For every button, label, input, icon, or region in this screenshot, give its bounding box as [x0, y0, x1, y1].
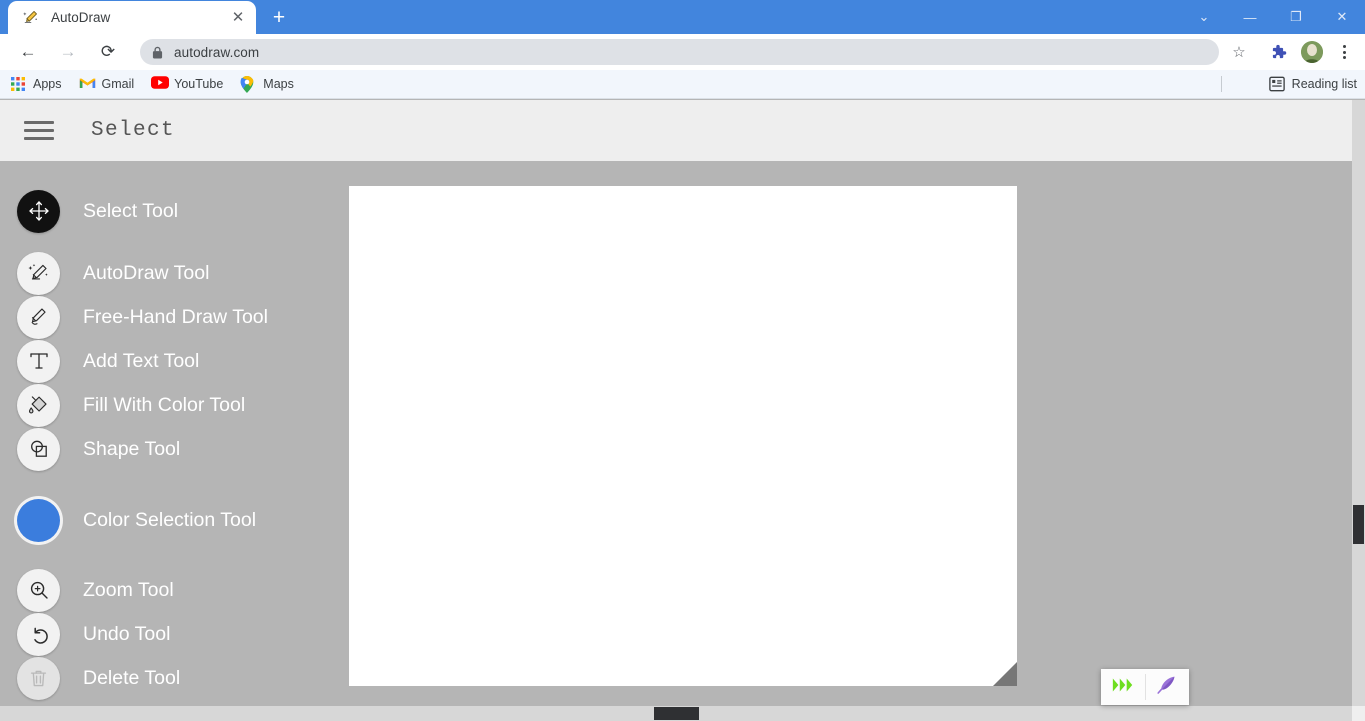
browser-tab-autodraw[interactable]: AutoDraw ✕ [8, 1, 256, 34]
magic-pencil-icon [17, 251, 60, 295]
undo-arrow-icon [17, 612, 60, 656]
drawing-canvas[interactable] [349, 186, 1017, 686]
tab-search-button[interactable]: ⌄ [1181, 0, 1227, 34]
autodraw-pencil-icon [22, 9, 39, 26]
tool-item-text[interactable]: Add Text Tool [0, 339, 330, 383]
tool-item-zoom[interactable]: Zoom Tool [0, 568, 330, 612]
tool-label: Shape Tool [83, 437, 181, 460]
lock-icon [152, 46, 163, 59]
tool-item-shape[interactable]: Shape Tool [0, 427, 330, 471]
tool-item-autodraw[interactable]: AutoDraw Tool [0, 251, 330, 295]
tool-item-select[interactable]: Select Tool [0, 189, 330, 233]
grammarly-quill-icon [1155, 674, 1179, 701]
avatar [1301, 41, 1323, 63]
tool-label: Zoom Tool [83, 578, 174, 601]
tool-item-delete[interactable]: Delete Tool [0, 656, 330, 700]
tool-list: Select Tool AutoDraw Tool Free-Hand Draw… [0, 161, 330, 700]
bookmark-label: Gmail [101, 77, 135, 91]
tool-item-freehand[interactable]: Free-Hand Draw Tool [0, 295, 330, 339]
minimize-button[interactable]: — [1227, 0, 1273, 34]
grammarly-divider [1145, 674, 1146, 700]
tool-label: Fill With Color Tool [83, 393, 246, 416]
tool-label: Add Text Tool [83, 349, 200, 372]
address-bar[interactable]: autodraw.com ☆ [140, 39, 1246, 65]
move-arrows-icon [17, 189, 60, 233]
trash-can-icon [17, 656, 60, 700]
window-controls: ⌄ — ❐ ✕ [1181, 0, 1365, 34]
bookmark-label: Apps [33, 77, 62, 91]
apps-grid-icon [10, 76, 26, 92]
forward-button[interactable]: → [53, 37, 83, 67]
grammarly-chevron-icon [1111, 676, 1135, 699]
maps-pin-icon [240, 75, 256, 93]
vertical-scrollbar-track[interactable] [1352, 100, 1365, 706]
grammarly-widget[interactable] [1101, 669, 1189, 705]
app-stage: Select Tool AutoDraw Tool Free-Hand Draw… [0, 161, 1352, 706]
bookmarks-bar: Apps Gmail YouTube Maps Reading list [0, 70, 1365, 99]
tool-item-fill[interactable]: Fill With Color Tool [0, 383, 330, 427]
extensions-puzzle-icon[interactable] [1265, 39, 1291, 65]
grammarly-quill-button[interactable] [1145, 669, 1189, 705]
horizontal-scrollbar-thumb[interactable] [654, 707, 699, 720]
tool-label: AutoDraw Tool [83, 261, 210, 284]
bookmark-star-icon[interactable]: ☆ [1228, 41, 1250, 63]
bookmarks-divider [1221, 76, 1222, 92]
reading-list-button[interactable]: Reading list [1268, 72, 1357, 96]
bookmark-apps[interactable]: Apps [10, 72, 62, 96]
back-button[interactable]: ← [13, 37, 43, 67]
reading-list-icon [1268, 76, 1285, 92]
bookmark-gmail[interactable]: Gmail [79, 72, 135, 96]
text-t-icon [17, 339, 60, 383]
shapes-icon [17, 427, 60, 471]
reload-button[interactable]: ⟳ [93, 37, 123, 67]
vertical-scrollbar-thumb[interactable] [1353, 505, 1364, 544]
bookmark-label: YouTube [174, 77, 224, 91]
tool-item-color[interactable]: Color Selection Tool [0, 498, 330, 542]
page-title: Select [91, 119, 176, 142]
profile-avatar[interactable] [1299, 39, 1325, 65]
close-tab-button[interactable]: ✕ [228, 8, 248, 28]
grammarly-chevron-button[interactable] [1101, 669, 1145, 705]
bookmark-label: Maps [263, 77, 294, 91]
tool-label: Color Selection Tool [83, 508, 257, 531]
tool-label: Delete Tool [83, 666, 181, 689]
magnifier-plus-icon [17, 568, 60, 612]
tool-label: Select Tool [83, 199, 179, 222]
gmail-icon [79, 76, 95, 92]
scrollbar-corner [1352, 706, 1365, 721]
page-fold-corner [993, 662, 1017, 686]
youtube-icon [151, 76, 170, 92]
horizontal-scrollbar-track[interactable] [0, 706, 1352, 721]
pencil-icon [17, 295, 60, 339]
browser-tab-title: AutoDraw [51, 10, 111, 25]
paint-bucket-icon [17, 383, 60, 427]
browser-tab-strip: AutoDraw ✕ + ⌄ — ❐ ✕ [0, 0, 1365, 34]
app-header: Select [0, 100, 1352, 161]
bookmark-youtube[interactable]: YouTube [151, 72, 223, 96]
close-window-button[interactable]: ✕ [1319, 0, 1365, 34]
chrome-menu-icon[interactable] [1331, 39, 1357, 65]
toolbar-extension-icons [1261, 39, 1357, 65]
tool-item-undo[interactable]: Undo Tool [0, 612, 330, 656]
tool-label: Free-Hand Draw Tool [83, 305, 268, 328]
maximize-button[interactable]: ❐ [1273, 0, 1319, 34]
reading-list-label: Reading list [1291, 77, 1357, 91]
browser-toolbar: ← → ⟳ autodraw.com ☆ [0, 34, 1365, 70]
address-bar-url: autodraw.com [174, 44, 260, 60]
bookmark-maps[interactable]: Maps [240, 72, 294, 96]
tool-label: Undo Tool [83, 622, 171, 645]
color-swatch [17, 498, 60, 542]
new-tab-button[interactable]: + [264, 2, 294, 32]
hamburger-menu-icon[interactable] [24, 116, 54, 146]
